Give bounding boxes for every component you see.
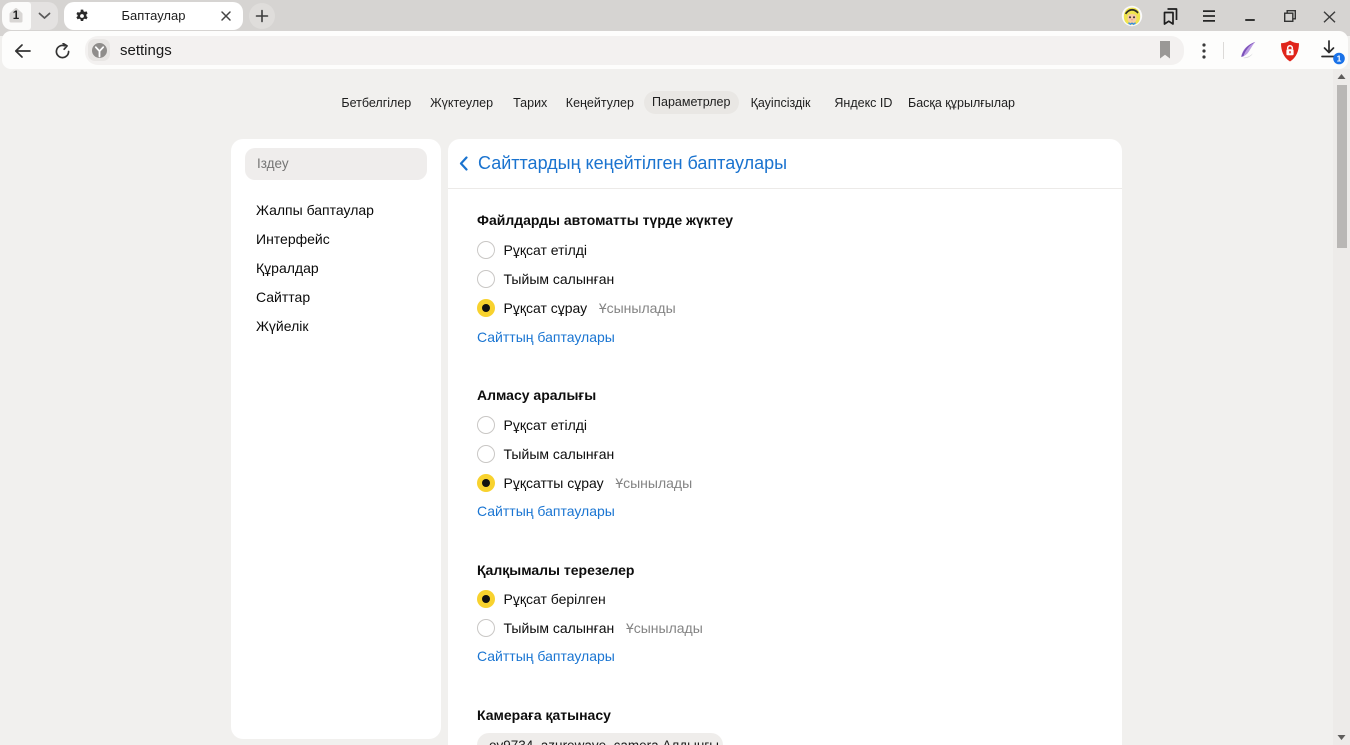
svg-text:1: 1	[1337, 54, 1342, 64]
